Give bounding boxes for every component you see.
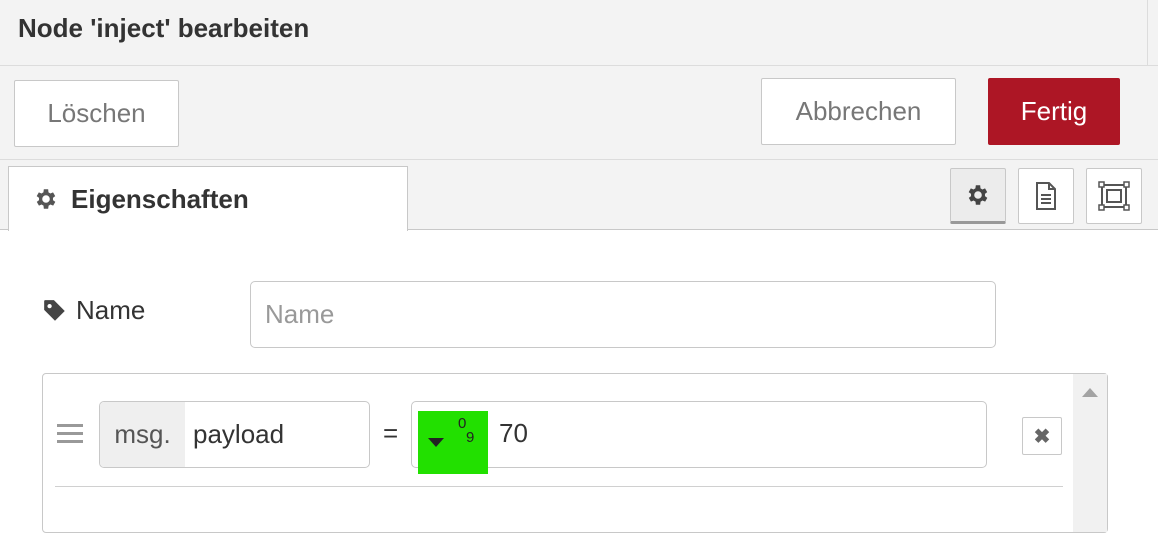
name-input[interactable] — [250, 281, 996, 348]
close-icon: ✖ — [1033, 425, 1051, 448]
property-field[interactable]: msg. payload — [99, 401, 370, 468]
scrollbar[interactable] — [1073, 374, 1107, 532]
appearance-icon — [1098, 181, 1130, 211]
document-icon — [1036, 182, 1056, 210]
tab-properties[interactable]: Eigenschaften — [8, 166, 408, 231]
tab-properties-label: Eigenschaften — [71, 183, 249, 214]
equals-sign: = — [383, 418, 399, 448]
property-list: msg. payload = 0 9 70 ✖ — [42, 373, 1108, 533]
description-tab-button[interactable] — [1018, 168, 1074, 224]
gear-icon — [36, 189, 56, 209]
number-type-icon: 0 9 — [458, 415, 475, 446]
dialog-header: Node 'inject' bearbeiten — [0, 0, 1158, 66]
scroll-up-icon[interactable] — [1082, 388, 1098, 397]
tag-icon — [44, 299, 65, 321]
dialog-toolbar: Löschen Abbrechen Fertig — [0, 66, 1158, 160]
type-select[interactable]: 0 9 — [418, 411, 488, 474]
row-divider — [55, 486, 1063, 487]
value-input[interactable]: 70 — [499, 418, 528, 449]
dialog-title: Node 'inject' bearbeiten — [18, 13, 310, 43]
name-label: Name — [42, 295, 145, 326]
value-field[interactable]: 0 9 70 — [411, 401, 987, 474]
drag-handle-icon[interactable] — [57, 424, 83, 444]
cancel-button[interactable]: Abbrechen — [761, 78, 956, 145]
properties-tab-button[interactable] — [950, 168, 1006, 224]
tab-bar: Eigenschaften — [0, 160, 1158, 231]
appearance-tab-button[interactable] — [1086, 168, 1142, 224]
remove-property-button[interactable]: ✖ — [1022, 417, 1062, 455]
header-divider — [1147, 0, 1148, 66]
name-label-text: Name — [76, 295, 146, 325]
done-button[interactable]: Fertig — [988, 78, 1120, 145]
delete-button[interactable]: Löschen — [14, 80, 179, 147]
properties-content: Name msg. payload = 0 9 70 ✖ — [0, 231, 1158, 533]
caret-down-icon — [428, 438, 444, 447]
gear-icon — [968, 185, 988, 205]
property-prefix[interactable]: msg. — [100, 402, 185, 467]
property-name-input[interactable]: payload — [185, 402, 284, 467]
